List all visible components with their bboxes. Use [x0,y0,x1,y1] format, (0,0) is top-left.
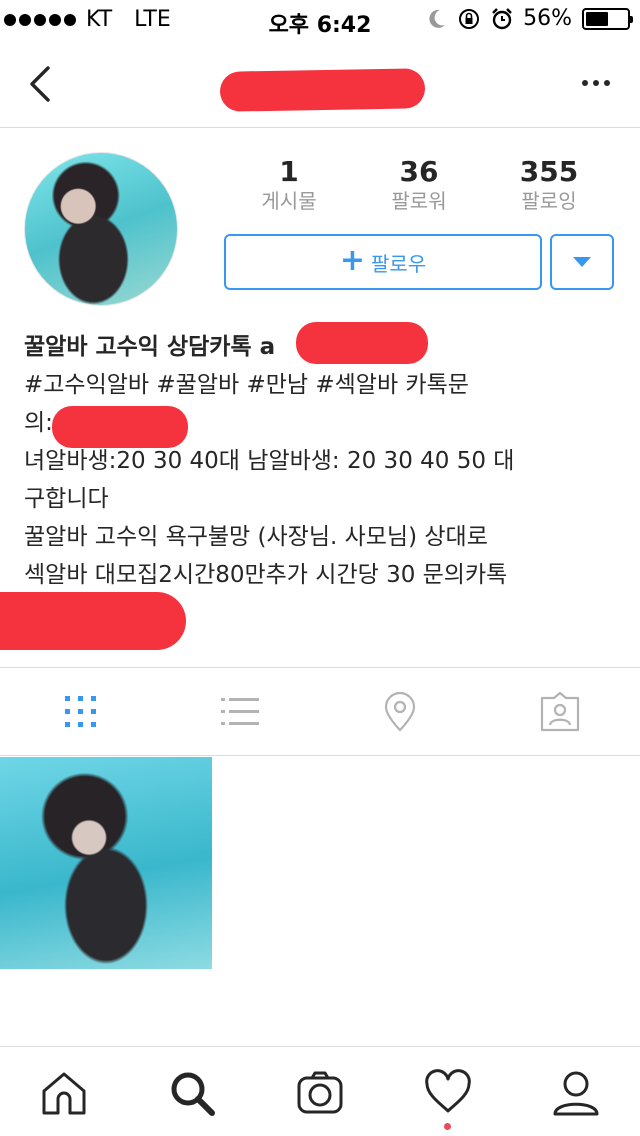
more-horizontal-icon[interactable] [582,80,610,86]
following-count-label: 팔로잉 [521,189,577,213]
name-redaction [296,322,428,364]
profile-bio: 꿀알바 고수익 상담카톡 a #고수익알바 #꿀알바 #만남 #섹알바 카톡문 … [24,328,624,594]
followers-count[interactable]: 36 팔로워 [354,156,484,214]
followers-count-label: 팔로워 [391,189,447,213]
following-count-value: 355 [519,155,579,188]
profile-stats: 1 게시물 36 팔로워 355 팔로잉 [224,156,614,216]
rotation-lock-icon [459,8,480,29]
grid-icon[interactable] [59,690,103,734]
camera-icon[interactable] [296,1069,344,1117]
posts-count-label: 게시물 [261,189,317,213]
battery-icon [582,7,633,30]
home-icon[interactable] [40,1069,88,1117]
profile-avatar[interactable] [24,152,178,306]
post-thumbnail[interactable] [0,757,212,969]
chevron-left-icon[interactable] [22,62,62,106]
posts-count: 1 게시물 [224,156,354,214]
status-bar: KT LTE 오후 6:42 56% [0,0,640,40]
following-count[interactable]: 355 팔로잉 [484,156,614,214]
posts-count-value: 1 [279,155,299,188]
tagged-person-icon[interactable] [538,690,582,734]
suggested-accounts-dropdown-button[interactable] [550,234,614,290]
triangle-down-icon [573,257,591,267]
username-title-redacted [219,68,426,112]
profile-view-tabs [0,668,640,756]
follow-button-label: 팔로우 [370,251,427,276]
list-icon[interactable] [218,690,262,734]
bio-line: 섹알바 대모집2시간80만추가 시간당 30 문의카톡 [24,562,508,588]
nav-bar [0,40,640,128]
followers-count-value: 36 [399,155,439,188]
heart-icon[interactable] [424,1069,472,1117]
bio-line: 꿀알바 고수익 욕구불망 (사장님. 사모님) 상대로 [24,524,488,550]
contact-redaction [52,406,188,448]
kakao-id-redaction [0,592,186,650]
divider [0,755,640,756]
follow-button[interactable]: + 팔로우 [224,234,542,290]
bio-line: 구합니다 [24,486,109,512]
person-icon[interactable] [552,1069,600,1117]
plus-icon: + [339,243,365,278]
location-pin-icon[interactable] [378,690,422,734]
battery-percent: 56% [523,6,572,31]
moon-icon [429,9,446,28]
alarm-icon [492,7,512,29]
search-icon[interactable] [168,1069,216,1117]
activity-notification-dot [444,1123,451,1130]
bottom-tab-bar [0,1046,640,1136]
bio-line: #고수익알바 #꿀알바 #만남 #섹알바 카톡문 [24,372,469,398]
